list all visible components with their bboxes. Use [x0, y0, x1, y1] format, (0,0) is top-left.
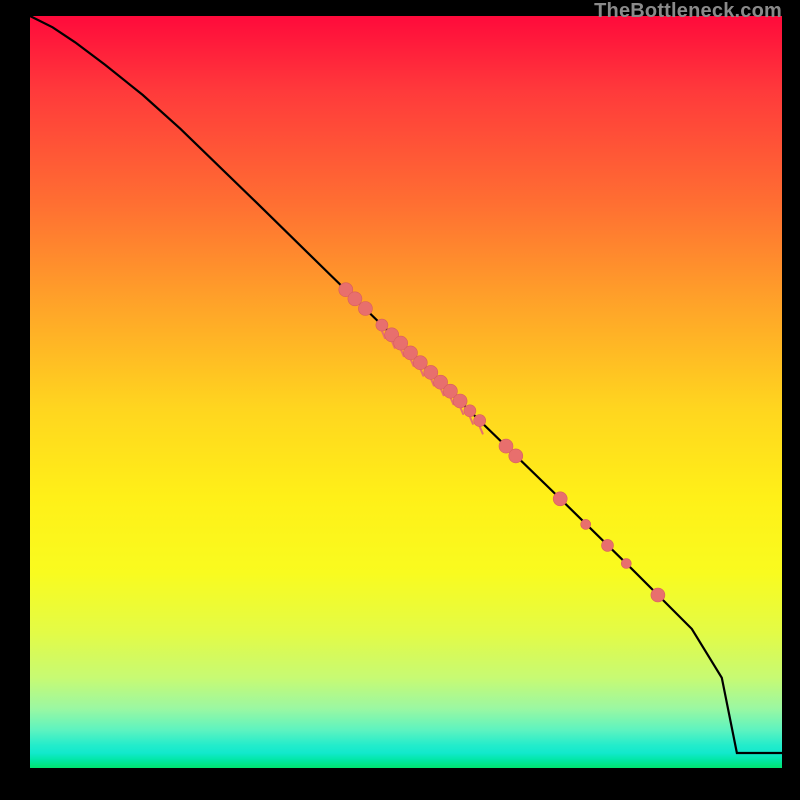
data-point [581, 519, 591, 529]
data-point [376, 319, 388, 331]
chart-stage: TheBottleneck.com [0, 0, 800, 800]
data-point [464, 405, 476, 417]
data-point [413, 356, 427, 370]
data-point [602, 539, 614, 551]
data-point [553, 492, 567, 506]
data-point [348, 292, 362, 306]
data-point [474, 415, 486, 427]
data-point [509, 449, 523, 463]
chart-svg [30, 16, 782, 768]
data-point [651, 588, 665, 602]
plot-area [30, 16, 782, 768]
data-point [621, 559, 631, 569]
bottleneck-curve [30, 16, 782, 753]
watermark-text: TheBottleneck.com [594, 0, 782, 23]
data-point [358, 302, 372, 316]
data-point [453, 394, 467, 408]
